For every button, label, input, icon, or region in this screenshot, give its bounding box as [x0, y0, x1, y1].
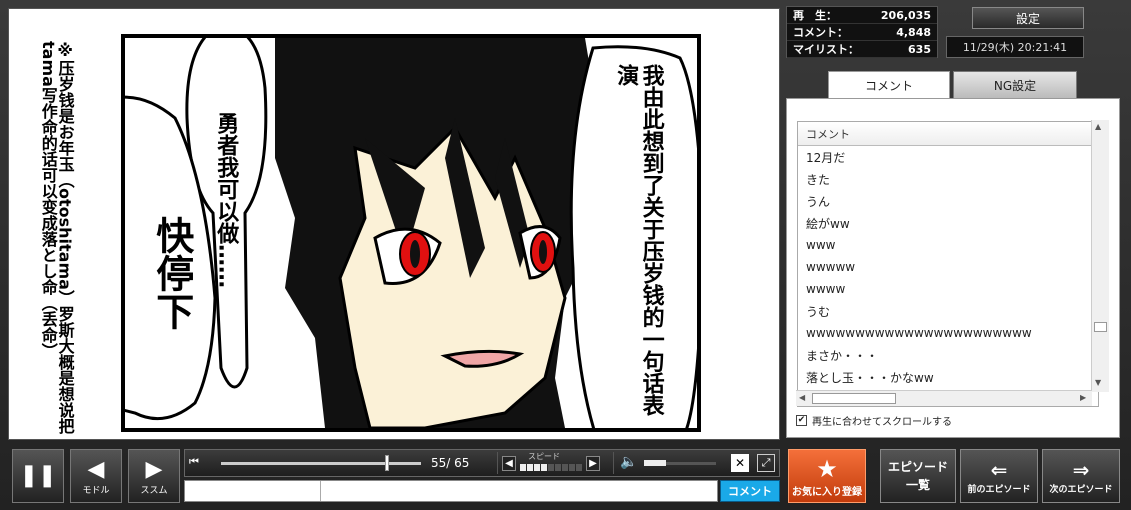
vertical-scroll-thumb[interactable] — [1094, 322, 1107, 332]
speed-up-button[interactable]: ▶ — [586, 456, 600, 471]
sync-scroll-checkbox[interactable]: ✔ — [796, 415, 807, 426]
comment-item[interactable]: wwwwwwwwwwwwwwwwwwwwwww — [798, 322, 1098, 344]
previous-episode-button[interactable]: ⇐ 前のエピソード — [960, 449, 1038, 503]
fullscreen-icon[interactable]: ⤢ — [757, 454, 775, 472]
comment-list[interactable]: コメント 12月だ きた うん 絵がww www wwwww wwww うむ w… — [797, 121, 1099, 407]
comment-panel: コメント 12月だ きた うん 絵がww www wwwww wwww うむ w… — [786, 98, 1120, 438]
comment-text-input[interactable] — [321, 481, 717, 501]
stat-comments-label: コメント： — [793, 26, 848, 39]
stat-mylist-value: 635 — [908, 42, 931, 56]
sync-scroll-label: 再生に合わせてスクロールする — [812, 417, 952, 428]
speed-control: スピード ◀ ▶ — [497, 452, 603, 474]
back-label: モドル — [82, 485, 110, 496]
close-comments-icon[interactable]: ✕ — [731, 454, 749, 472]
video-stats: 再 生： 206,035 コメント： 4,848 マイリスト： 635 — [786, 6, 938, 58]
speed-down-button[interactable]: ◀ — [502, 456, 516, 471]
add-favorite-button[interactable]: ★ お気に入り登録 — [788, 449, 866, 503]
manga-viewer[interactable]: ※压岁钱是お年玉（otoshitama）罗斯大概是想说把tama写作命的话可以变… — [8, 8, 780, 440]
star-icon: ★ — [816, 454, 838, 483]
pause-button[interactable]: ❚❚ — [12, 449, 64, 503]
stat-views: 再 生： 206,035 — [787, 7, 937, 24]
page-counter: 55/ 65 — [431, 456, 470, 470]
forward-label: ススム — [140, 485, 168, 496]
comment-vertical-scrollbar[interactable]: ▲ ▼ — [1091, 120, 1109, 392]
previous-episode-label: 前のエピソード — [967, 484, 1031, 495]
scroll-left-icon[interactable]: ◀ — [799, 393, 805, 402]
forward-button[interactable]: ▶ ススム — [128, 449, 180, 503]
next-episode-button[interactable]: ⇒ 次のエピソード — [1042, 449, 1120, 503]
comment-item[interactable]: うん — [798, 190, 1098, 212]
stat-mylist: マイリスト： 635 — [787, 41, 937, 58]
seek-handle[interactable] — [385, 455, 389, 471]
comment-column-header[interactable]: コメント — [798, 122, 1098, 146]
scroll-up-icon[interactable]: ▲ — [1095, 122, 1101, 131]
manga-player: ※压岁钱是お年玉（otoshitama）罗斯大概是想说把tama写作命的话可以变… — [0, 0, 1131, 510]
manga-artwork — [125, 38, 697, 428]
settings-button[interactable]: 設定 — [972, 7, 1084, 29]
arrow-left-icon: ◀ — [87, 456, 105, 482]
stat-comments: コメント： 4,848 — [787, 24, 937, 41]
comment-submit-button[interactable]: コメント — [720, 480, 780, 502]
comment-command-input[interactable] — [185, 481, 321, 501]
arrow-right-icon: ▶ — [145, 456, 163, 482]
comment-item[interactable]: wwwww — [798, 256, 1098, 278]
manga-panel: 我由此想到了关于压岁钱的一句话表演 勇者我可以做…… 快停下 — [121, 34, 701, 432]
tab-ng-settings[interactable]: NG設定 — [953, 71, 1077, 99]
comment-item[interactable]: www — [798, 234, 1098, 256]
back-button[interactable]: ◀ モドル — [70, 449, 122, 503]
horizontal-scroll-thumb[interactable] — [812, 393, 896, 404]
current-datetime: 11/29(木) 20:21:41 — [946, 36, 1084, 58]
speaker-icon[interactable]: 🔈 — [620, 454, 637, 470]
speed-label: スピード — [528, 452, 560, 461]
episode-list-button[interactable]: エピソード一覧 — [880, 449, 956, 503]
speed-level[interactable] — [520, 464, 582, 471]
comment-item[interactable]: wwww — [798, 278, 1098, 300]
comment-item[interactable]: 絵がww — [798, 212, 1098, 234]
speech-bubble-shout: 快停下 — [149, 216, 194, 330]
next-episode-label: 次のエピソード — [1049, 484, 1113, 495]
seek-start-icon[interactable]: ⏮ — [189, 455, 207, 471]
comment-item[interactable]: きた — [798, 168, 1098, 190]
stat-views-label: 再 生： — [793, 9, 837, 22]
speech-bubble-left: 勇者我可以做…… — [213, 112, 239, 288]
stat-views-value: 206,035 — [880, 8, 931, 22]
favorite-label: お気に入り登録 — [792, 486, 862, 498]
comment-item[interactable]: うむ — [798, 300, 1098, 322]
volume-level[interactable] — [644, 460, 666, 466]
comment-item[interactable]: まさか・・・ — [798, 344, 1098, 366]
stat-mylist-label: マイリスト： — [793, 43, 859, 56]
tab-comment[interactable]: コメント — [828, 71, 950, 99]
translator-note: ※压岁钱是お年玉（otoshitama）罗斯大概是想说把tama写作命的话可以变… — [38, 41, 75, 434]
stat-comments-value: 4,848 — [896, 25, 931, 39]
pause-icon: ❚❚ — [19, 463, 57, 488]
comment-input-row — [184, 480, 718, 502]
comment-horizontal-scrollbar[interactable]: ◀ ▶ — [796, 390, 1092, 406]
episode-list-label: エピソード一覧 — [888, 460, 949, 492]
comment-item[interactable]: 落とし玉・・・かなww — [798, 366, 1098, 388]
volume-control: 🔈 — [613, 452, 723, 474]
next-episode-icon: ⇒ — [1072, 457, 1090, 482]
comment-item[interactable]: 12月だ — [798, 146, 1098, 168]
scroll-right-icon[interactable]: ▶ — [1080, 393, 1086, 402]
sync-scroll-option[interactable]: ✔ 再生に合わせてスクロールする — [796, 413, 952, 428]
scroll-down-icon[interactable]: ▼ — [1095, 378, 1101, 387]
control-bar: ⏮ 55/ 65 スピード ◀ ▶ 🔈 ✕ ⤢ — [184, 449, 780, 477]
seek-track[interactable] — [221, 462, 421, 465]
speech-bubble-right: 我由此想到了关于压岁钱的一句话表演 — [613, 64, 664, 416]
previous-episode-icon: ⇐ — [990, 457, 1008, 482]
